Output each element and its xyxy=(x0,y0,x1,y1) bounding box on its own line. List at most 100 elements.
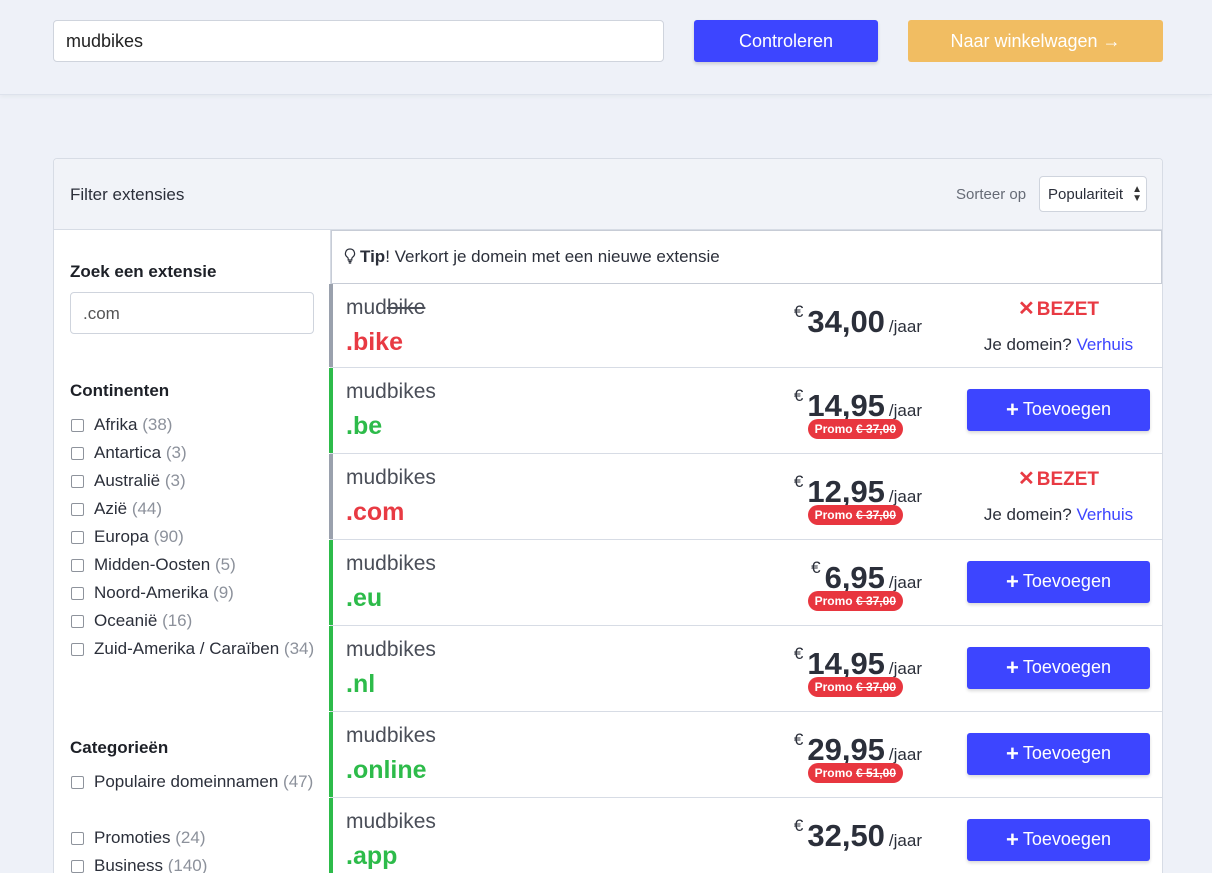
categories-filter-item[interactable]: Promoties (24) xyxy=(70,824,320,852)
continents-filter-item[interactable]: Midden-Oosten (5) xyxy=(70,551,320,579)
add-to-cart-button[interactable]: + Toevoegen xyxy=(967,389,1150,431)
categories-label: Populaire domeinnamen xyxy=(94,772,279,791)
add-label: Toevoegen xyxy=(1022,399,1111,419)
price-amount: 14,95 xyxy=(807,646,885,681)
transfer-link[interactable]: Verhuis xyxy=(1076,505,1133,524)
sort-arrows-icon: ▲ ▼ xyxy=(1132,184,1142,204)
categories-heading: Categorieën xyxy=(70,738,169,757)
check-button[interactable]: Controleren xyxy=(694,20,878,62)
continents-filter-item[interactable]: Azië (44) xyxy=(70,495,320,523)
continents-label: Zuid-Amerika / Caraïben xyxy=(94,639,280,658)
transfer-question: Je domein? xyxy=(983,505,1072,524)
price-period: /jaar xyxy=(888,573,922,592)
currency-symbol: € xyxy=(793,644,804,663)
domain-result-row: mudbikes .nl €14,95/jaar Promo € 37,00 + Toev… xyxy=(329,626,1162,712)
add-to-cart-button[interactable]: + Toevoegen xyxy=(967,647,1150,689)
promo-old-price: € 37,00 xyxy=(855,594,896,608)
transfer-link[interactable]: Verhuis xyxy=(1076,335,1133,354)
categories-label: Business xyxy=(94,856,163,873)
categories-checkbox[interactable] xyxy=(71,860,84,873)
promo-label: Promo xyxy=(814,680,853,694)
continents-checkbox[interactable] xyxy=(71,419,84,432)
continents-checkbox[interactable] xyxy=(71,503,84,516)
price-period: /jaar xyxy=(888,831,922,850)
tip-text: ! Verkort je domein met een nieuwe exten… xyxy=(385,247,720,266)
add-to-cart-button[interactable]: + Toevoegen xyxy=(967,561,1150,603)
currency-symbol: € xyxy=(793,472,804,491)
taken-indicator xyxy=(329,284,333,367)
domain-name-text: mudbikes xyxy=(346,380,436,403)
continents-filter-item[interactable]: Europa (90) xyxy=(70,523,320,551)
add-to-cart-button[interactable]: + Toevoegen xyxy=(967,733,1150,775)
categories-filter-item[interactable]: Business (140) xyxy=(70,852,320,873)
add-to-cart-button[interactable]: + Toevoegen xyxy=(967,819,1150,861)
domain-name: mudbikes xyxy=(346,380,436,404)
continents-label: Noord-Amerika xyxy=(94,583,209,602)
domain-result-row: mudbikes .com €12,95/jaar Promo € 37,00 ✕ BEZ… xyxy=(329,454,1162,540)
continents-checkbox[interactable] xyxy=(71,615,84,628)
sort-select[interactable]: Populariteit ▲ ▼ xyxy=(1039,176,1147,212)
continents-checkbox[interactable] xyxy=(71,587,84,600)
x-icon: ✕ xyxy=(1017,468,1035,490)
domain-name-struck: bike xyxy=(386,296,426,319)
domain-result-row: mudbike .bike €34,00/jaar ✕ BEZET Je domein? … xyxy=(329,284,1162,368)
price-amount: 34,00 xyxy=(807,304,885,339)
go-to-cart-button[interactable]: Naar winkelwagen → xyxy=(908,20,1163,62)
price-amount: 29,95 xyxy=(807,732,885,767)
continents-filter-item[interactable]: Antartica (3) xyxy=(70,439,320,467)
promo-old-price: € 51,00 xyxy=(855,766,896,780)
continents-checkbox[interactable] xyxy=(71,643,84,656)
continents-checkbox[interactable] xyxy=(71,447,84,460)
plus-icon: + xyxy=(1006,827,1019,852)
plus-icon: + xyxy=(1006,569,1019,594)
continents-count: (3) xyxy=(164,471,186,490)
promo-badge: Promo € 37,00 xyxy=(807,677,903,697)
price: €34,00/jaar xyxy=(794,302,922,340)
promo-badge: Promo € 37,00 xyxy=(807,591,903,611)
domain-result-row: mudbikes .be €14,95/jaar Promo € 37,00 + Toev… xyxy=(329,368,1162,454)
panel-header: Filter extensies Sorteer op Populariteit… xyxy=(54,159,1162,230)
continents-label: Europa xyxy=(94,527,149,546)
continents-filter-item[interactable]: Noord-Amerika (9) xyxy=(70,579,320,607)
currency-symbol: € xyxy=(793,730,804,749)
top-search-bar: Controleren Naar winkelwagen → xyxy=(0,0,1212,95)
price-amount: 14,95 xyxy=(807,388,885,423)
domain-name-text: mudbikes xyxy=(346,724,436,747)
extension-search-input[interactable]: .com xyxy=(70,292,314,334)
domain-name: mudbikes xyxy=(346,724,436,748)
continents-count: (5) xyxy=(214,555,236,574)
promo-old-price: € 37,00 xyxy=(855,508,896,522)
continents-filter-item[interactable]: Afrika (38) xyxy=(70,411,320,439)
domain-name: mudbikes xyxy=(346,638,436,662)
domain-name: mudbikes xyxy=(346,552,436,576)
continents-count: (44) xyxy=(131,499,163,518)
filter-title: Filter extensies xyxy=(70,185,185,204)
continents-checkbox[interactable] xyxy=(71,531,84,544)
domain-result-row: mudbikes .eu €6,95/jaar Promo € 37,00 + Toevo… xyxy=(329,540,1162,626)
price-period: /jaar xyxy=(888,487,922,506)
continents-filter-item[interactable]: Oceanië (16) xyxy=(70,607,320,635)
domain-search-input[interactable] xyxy=(53,20,664,62)
plus-icon: + xyxy=(1006,655,1019,680)
continents-filter-item[interactable]: Australië (3) xyxy=(70,467,320,495)
price-amount: 6,95 xyxy=(824,560,885,595)
domain-name-text: mudbikes xyxy=(346,552,436,575)
plus-icon: + xyxy=(1006,397,1019,422)
domain-extension: .bike xyxy=(346,328,403,356)
domain-extension: .com xyxy=(346,498,405,526)
promo-label: Promo xyxy=(814,508,853,522)
continents-heading: Continenten xyxy=(70,381,170,400)
categories-filter-item[interactable]: Populaire domeinnamen (47) xyxy=(70,768,320,796)
available-indicator xyxy=(329,712,333,797)
continents-label: Azië xyxy=(94,499,128,518)
continents-checkbox[interactable] xyxy=(71,559,84,572)
currency-symbol: € xyxy=(811,558,821,577)
domain-name-text: mudbikes xyxy=(346,638,436,661)
transfer-question: Je domein? xyxy=(983,335,1072,354)
categories-checkbox[interactable] xyxy=(71,776,84,789)
continents-count: (38) xyxy=(142,415,173,434)
continents-checkbox[interactable] xyxy=(71,475,84,488)
promo-badge: Promo € 51,00 xyxy=(807,763,903,783)
continents-filter-item[interactable]: Zuid-Amerika / Caraïben (34) xyxy=(70,635,320,663)
categories-checkbox[interactable] xyxy=(71,832,84,845)
